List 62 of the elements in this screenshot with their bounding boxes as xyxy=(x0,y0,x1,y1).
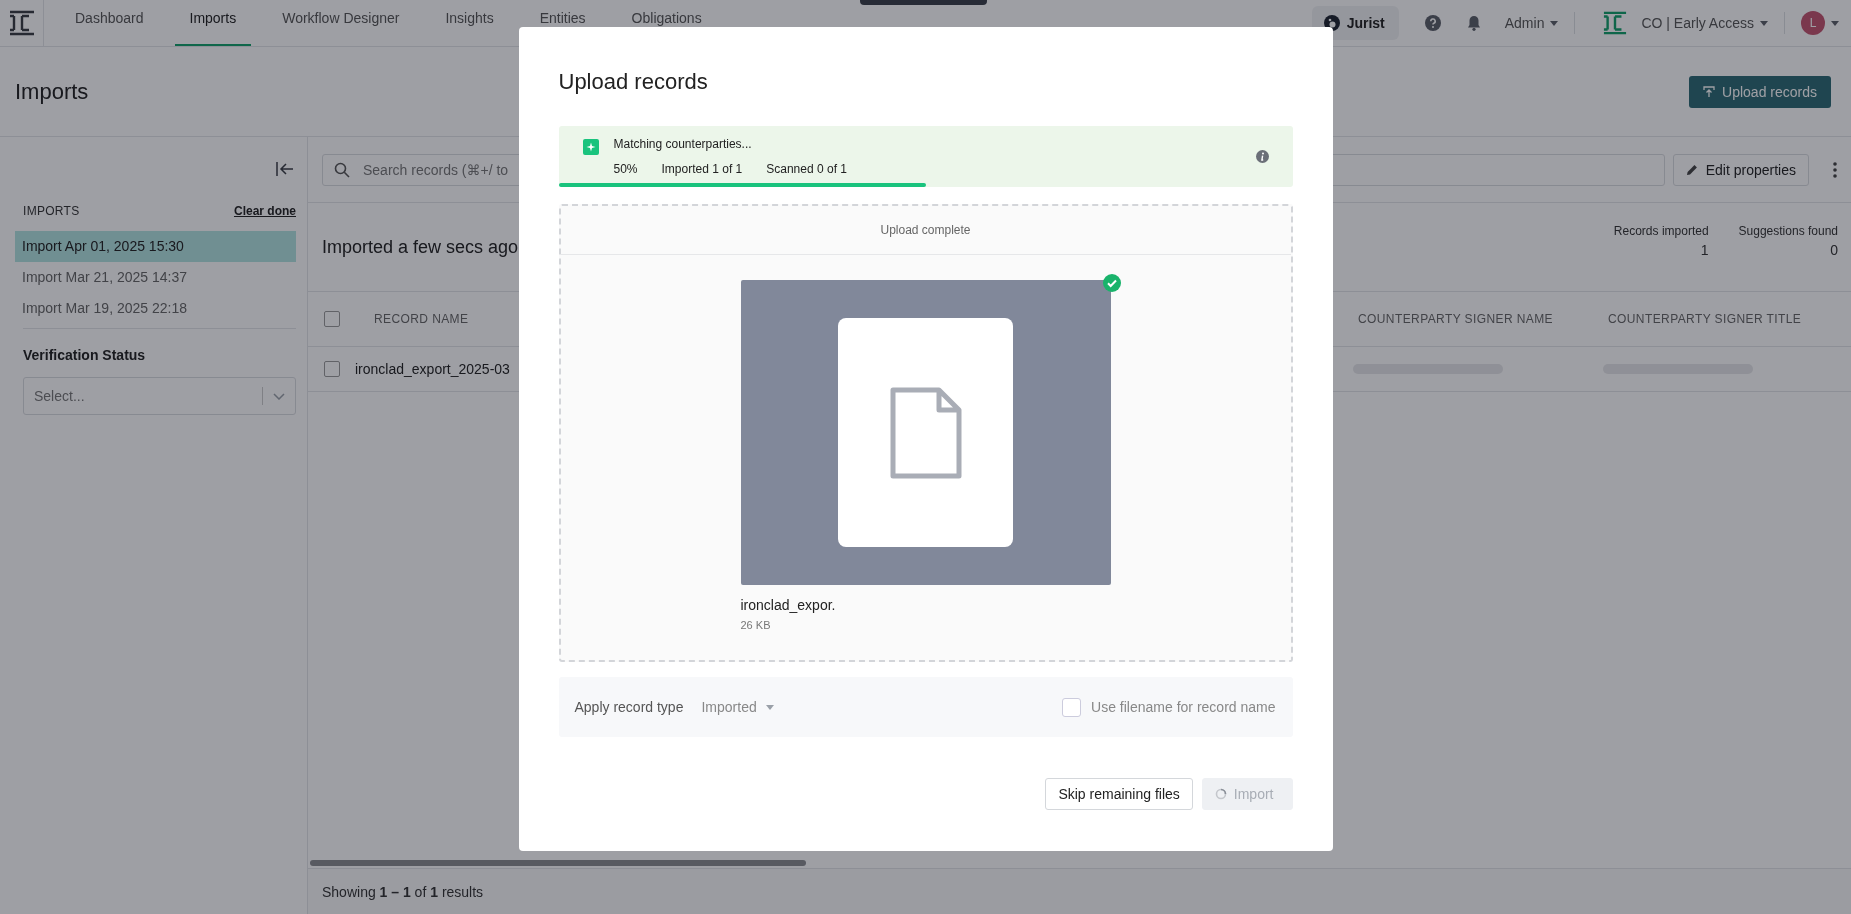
file-name: ironclad_expor. xyxy=(740,597,837,613)
nav-tab[interactable]: Entities xyxy=(524,0,601,46)
search-icon xyxy=(334,161,350,178)
column-header: COUNTERPARTY SIGNER TITLE xyxy=(1608,312,1802,326)
row-checkbox[interactable] xyxy=(324,361,340,377)
more-options-icon[interactable] xyxy=(1833,161,1837,178)
record-type-dropdown[interactable]: Imported xyxy=(701,699,774,715)
import-summary-title: Imported a few secs ago xyxy=(322,236,519,258)
stat-value: 1 xyxy=(1700,242,1709,258)
import-item[interactable]: Import Mar 21, 2025 14:37 xyxy=(15,262,296,293)
column-header: COUNTERPARTY SIGNER NAME xyxy=(1358,312,1553,326)
chevron-down-icon xyxy=(273,392,285,400)
logo-icon[interactable] xyxy=(8,10,35,36)
edit-properties-button[interactable]: Edit properties xyxy=(1672,153,1809,186)
stat-label: Records imported xyxy=(1613,224,1709,238)
pencil-icon xyxy=(1685,163,1698,176)
caret-icon xyxy=(1760,20,1768,26)
filename-checkbox[interactable] xyxy=(1062,697,1082,717)
document-icon xyxy=(889,386,962,479)
upload-records-button[interactable]: Upload records xyxy=(1689,75,1831,108)
imported-count: Imported 1 of 1 xyxy=(661,162,743,176)
select-all-checkbox[interactable] xyxy=(324,311,340,327)
page-title: Imports xyxy=(15,78,89,105)
scanned-count: Scanned 0 of 1 xyxy=(766,162,847,176)
help-icon[interactable] xyxy=(1424,15,1441,31)
caret-icon xyxy=(1550,20,1559,26)
filename-checkbox-label: Use filename for record name xyxy=(1091,699,1276,715)
skip-button[interactable]: Skip remaining files xyxy=(1045,778,1193,810)
table-cell: ironclad_export_2025-03 xyxy=(355,361,510,377)
upload-icon xyxy=(1703,85,1716,98)
caret-icon xyxy=(765,704,774,710)
admin-menu[interactable]: Admin xyxy=(1504,15,1559,31)
bell-icon[interactable] xyxy=(1466,15,1481,31)
collapse-icon[interactable] xyxy=(276,162,294,176)
upload-status: Upload complete xyxy=(560,206,1291,255)
caret-icon xyxy=(1831,20,1839,26)
nav-tab[interactable]: Dashboard xyxy=(60,0,159,46)
stat-label: Suggestions found xyxy=(1738,224,1838,238)
stat-value: 0 xyxy=(1830,242,1838,258)
results-count: Showing 1 – 1 of 1 results xyxy=(322,883,484,900)
clear-done-link[interactable]: Clear done xyxy=(234,204,296,218)
drop-zone[interactable]: Upload complete ironclad_expor. 26 KB xyxy=(558,204,1293,662)
nav-tab[interactable]: Obligations xyxy=(616,0,717,46)
workspace-logo-icon xyxy=(1603,11,1628,35)
file-size: 26 KB xyxy=(740,619,772,631)
scrollbar-thumb[interactable] xyxy=(310,860,806,866)
workspace-menu[interactable]: CO | Early Access xyxy=(1641,15,1768,31)
record-type-label: Apply record type xyxy=(574,699,684,715)
dialog-title: Upload records xyxy=(558,69,709,95)
jurist-button[interactable]: Jurist xyxy=(1311,6,1399,40)
status-message: Matching counterparties... xyxy=(613,137,753,151)
filter-label: Verification Status xyxy=(23,347,147,363)
import-item[interactable]: Import Mar 19, 2025 22:18 xyxy=(15,293,296,324)
progress-percent: 50% xyxy=(613,162,638,176)
nav-tab[interactable]: Workflow Designer xyxy=(267,0,415,46)
imports-heading: IMPORTS xyxy=(23,204,80,218)
column-header: RECORD NAME xyxy=(374,312,469,326)
spinner-icon xyxy=(1214,788,1227,800)
verification-status-select[interactable]: Select... xyxy=(23,377,296,415)
import-item[interactable]: Import Apr 01, 2025 15:30 xyxy=(15,231,296,262)
info-icon[interactable] xyxy=(1255,150,1269,163)
nav-tab[interactable]: Insights xyxy=(430,0,509,46)
